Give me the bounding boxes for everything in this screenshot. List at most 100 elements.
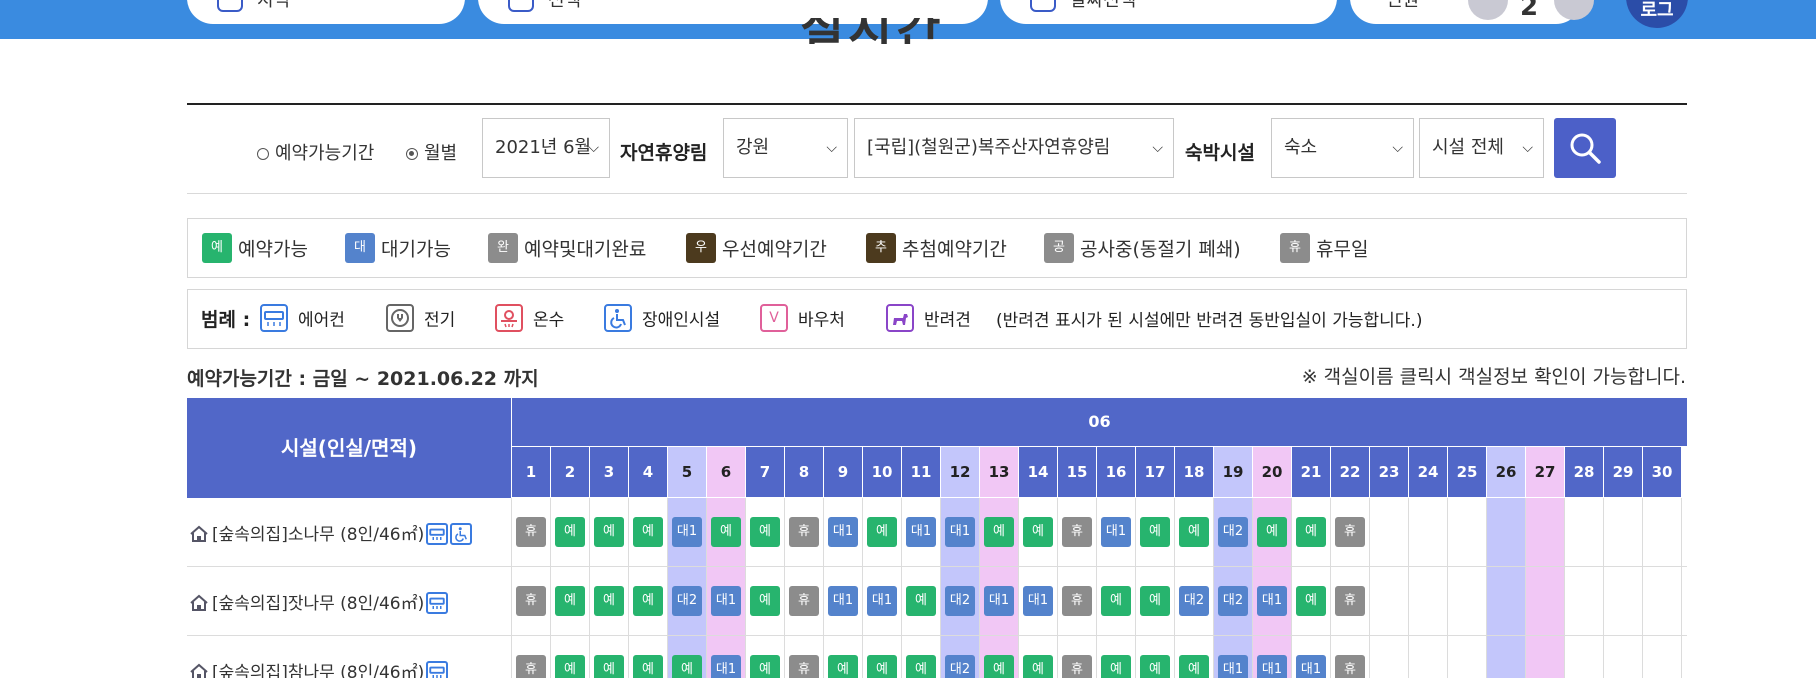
availability-cell[interactable]: 대1 — [1257, 586, 1287, 616]
day-header: 5 — [668, 447, 706, 497]
availability-cell[interactable]: 예 — [594, 586, 624, 616]
availability-cell[interactable]: 대2 — [945, 655, 975, 678]
availability-cell[interactable]: 대1 — [1101, 517, 1131, 547]
month-select[interactable]: 2021년 6월 ⌵ — [482, 118, 610, 178]
facility-name-link[interactable]: [숲속의집]잣나무 (8인/46㎡) — [212, 594, 424, 614]
availability-cell[interactable]: 대2 — [1179, 586, 1209, 616]
availability-cell[interactable]: 예 — [594, 517, 624, 547]
availability-cell[interactable]: 대1 — [1296, 655, 1326, 678]
availability-cell[interactable]: 예 — [984, 655, 1014, 678]
grid-line — [784, 498, 785, 678]
region-select[interactable]: 강원 ⌵ — [723, 118, 848, 178]
availability-cell[interactable]: 대1 — [828, 517, 858, 547]
availability-cell[interactable]: 대2 — [1218, 517, 1248, 547]
availability-cell[interactable]: 예 — [594, 655, 624, 678]
availability-cell[interactable]: 예 — [555, 655, 585, 678]
search-button[interactable] — [1554, 118, 1616, 178]
date-selector[interactable]: 날짜선택 — [1000, 0, 1337, 24]
legend-label: 전기 — [424, 310, 456, 331]
availability-cell: 휴 — [1335, 586, 1365, 616]
badge-lottery: 추 — [866, 233, 896, 263]
air-conditioner-icon — [426, 523, 449, 545]
legend-disabled: 장애인시설 — [604, 304, 720, 332]
legend-pet: 반려견 — [886, 304, 971, 332]
availability-cell: 휴 — [789, 517, 819, 547]
availability-cell[interactable]: 대1 — [1218, 655, 1248, 678]
availability-cell[interactable]: 대1 — [1257, 655, 1287, 678]
facility-select[interactable]: 시설 전체 ⌵ — [1419, 118, 1544, 178]
availability-cell[interactable]: 예 — [1140, 517, 1170, 547]
availability-cell[interactable]: 예 — [555, 586, 585, 616]
saturday-column — [1487, 498, 1525, 678]
availability-cell[interactable]: 예 — [555, 517, 585, 547]
availability-cell[interactable]: 예 — [750, 586, 780, 616]
legend-closed: 휴 휴무일 — [1280, 233, 1368, 263]
availability-cell[interactable]: 예 — [750, 517, 780, 547]
availability-cell[interactable]: 대1 — [711, 586, 741, 616]
legend-label: 반려견 — [924, 310, 971, 331]
radio-month[interactable]: 월별 — [406, 139, 457, 165]
availability-cell[interactable]: 예 — [984, 517, 1014, 547]
facility-name-link[interactable]: [숲속의집]참나무 (8인/46㎡) — [212, 663, 424, 678]
availability-cell[interactable]: 예 — [867, 517, 897, 547]
availability-cell[interactable]: 예 — [1140, 655, 1170, 678]
day-header: 4 — [629, 447, 667, 497]
availability-cell[interactable]: 대1 — [945, 517, 975, 547]
day-header: 23 — [1370, 447, 1408, 497]
availability-cell[interactable]: 예 — [1023, 655, 1053, 678]
availability-cell[interactable]: 예 — [1101, 586, 1131, 616]
day-header: 30 — [1643, 447, 1681, 497]
availability-cell[interactable]: 대1 — [1023, 586, 1053, 616]
availability-cell[interactable]: 예 — [1296, 586, 1326, 616]
availability-cell[interactable]: 예 — [867, 655, 897, 678]
legend-label: 장애인시설 — [642, 310, 721, 331]
availability-cell[interactable]: 예 — [750, 655, 780, 678]
login-button[interactable]: 로그 — [1626, 0, 1688, 28]
availability-cell[interactable]: 예 — [633, 655, 663, 678]
availability-cell[interactable]: 대1 — [906, 517, 936, 547]
availability-cell[interactable]: 대2 — [672, 586, 702, 616]
search-icon — [1570, 133, 1601, 164]
availability-cell[interactable]: 대1 — [867, 586, 897, 616]
facility-name-link[interactable]: [숲속의집]소나무 (8인/46㎡) — [212, 525, 424, 545]
availability-cell[interactable]: 대1 — [828, 586, 858, 616]
region-selector[interactable]: 지역 — [187, 0, 465, 24]
badge-construction: 공 — [1044, 233, 1074, 263]
availability-cell[interactable]: 예 — [633, 586, 663, 616]
row-divider — [187, 635, 1687, 636]
legend-label: 예약및대기완료 — [524, 238, 647, 261]
availability-cell[interactable]: 예 — [1101, 655, 1131, 678]
legend-label: 휴무일 — [1316, 238, 1369, 261]
availability-cell[interactable]: 예 — [1023, 517, 1053, 547]
month-select-value: 2021년 6월 — [495, 137, 592, 158]
air-conditioner-icon — [260, 304, 288, 332]
radio-period[interactable]: 예약가능기간 — [257, 139, 374, 165]
availability-cell[interactable]: 대2 — [1218, 586, 1248, 616]
availability-cell[interactable]: 예 — [828, 655, 858, 678]
forest-select[interactable]: [국립](철원군)복주산자연휴양림 ⌵ — [854, 118, 1174, 178]
day-header: 20 — [1253, 447, 1291, 497]
availability-cell[interactable]: 대1 — [711, 655, 741, 678]
month-header: 06 — [512, 398, 1687, 446]
availability-cell[interactable]: 예 — [633, 517, 663, 547]
location-icon — [217, 0, 243, 12]
availability-cell[interactable]: 대2 — [945, 586, 975, 616]
availability-cell[interactable]: 예 — [906, 655, 936, 678]
availability-cell[interactable]: 예 — [906, 586, 936, 616]
month-header-text: 06 — [1088, 412, 1111, 431]
radio-month-circle[interactable] — [406, 148, 418, 160]
availability-cell[interactable]: 예 — [1179, 655, 1209, 678]
availability-cell[interactable]: 예 — [1140, 586, 1170, 616]
availability-cell[interactable]: 예 — [1296, 517, 1326, 547]
grid-line — [1330, 498, 1331, 678]
badge-closed: 휴 — [1280, 233, 1310, 263]
availability-cell[interactable]: 예 — [711, 517, 741, 547]
availability-cell[interactable]: 예 — [672, 655, 702, 678]
radio-period-circle[interactable] — [257, 148, 269, 160]
availability-cell[interactable]: 대1 — [984, 586, 1014, 616]
availability-cell[interactable]: 예 — [1257, 517, 1287, 547]
availability-cell[interactable]: 대1 — [672, 517, 702, 547]
lodging-select[interactable]: 숙소 ⌵ — [1271, 118, 1414, 178]
availability-cell[interactable]: 예 — [1179, 517, 1209, 547]
legend-waitlist: 대 대기가능 — [345, 233, 451, 263]
